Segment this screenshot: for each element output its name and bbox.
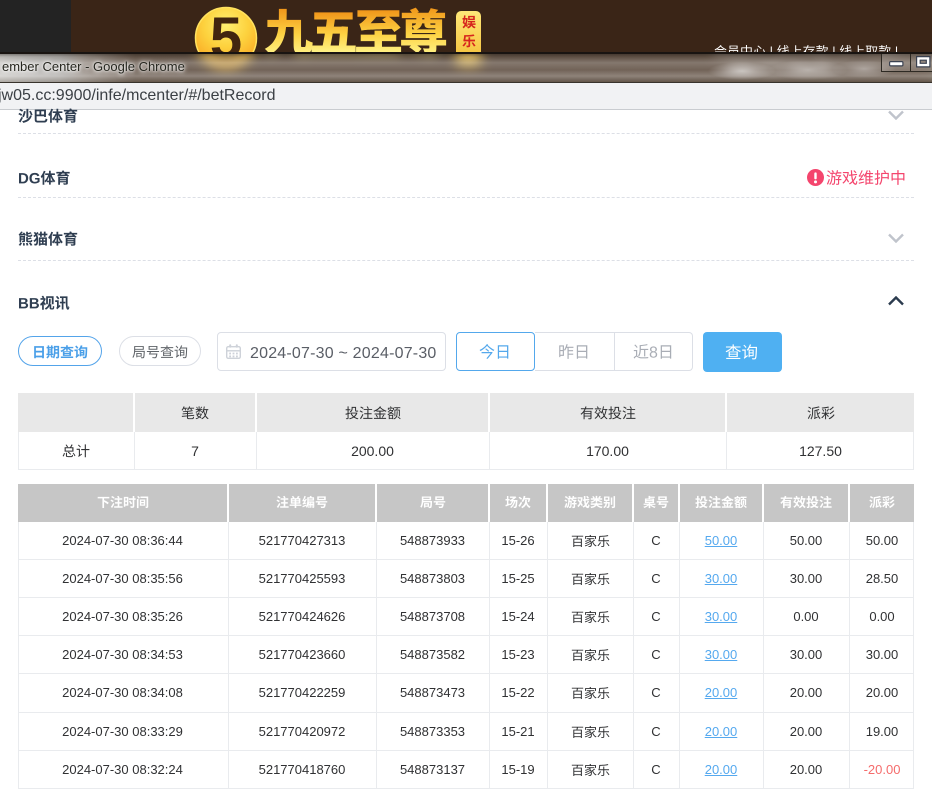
svg-text:5: 5 (210, 6, 242, 53)
